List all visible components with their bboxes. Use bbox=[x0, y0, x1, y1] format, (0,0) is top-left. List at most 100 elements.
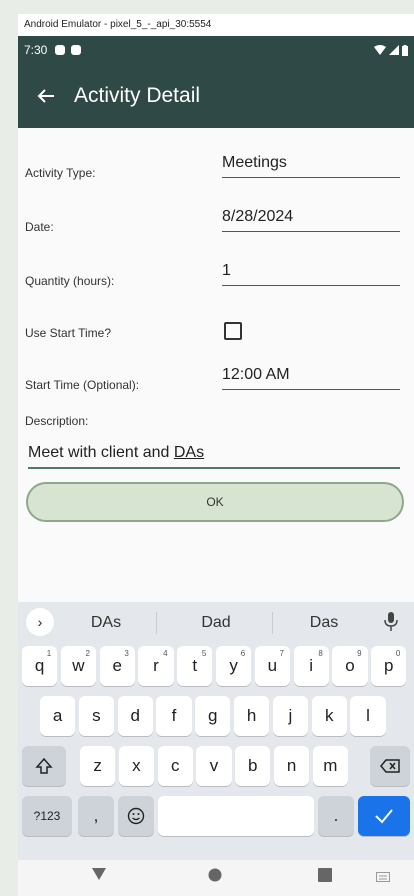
status-bar: 7:30 bbox=[18, 36, 414, 64]
description-input[interactable]: Meet with client and DAs bbox=[28, 444, 400, 469]
space-key[interactable] bbox=[158, 796, 314, 836]
period-key[interactable]: . bbox=[318, 796, 354, 836]
key-p[interactable]: p0 bbox=[371, 646, 407, 686]
date-picker[interactable]: 8/28/2024 bbox=[222, 208, 400, 232]
quantity-label: Quantity (hours): bbox=[25, 274, 115, 288]
back-arrow-icon bbox=[37, 89, 54, 103]
key-number-hint: 5 bbox=[201, 649, 207, 658]
wifi-icon bbox=[374, 45, 386, 55]
key-z[interactable]: z bbox=[80, 746, 116, 786]
key-s[interactable]: s bbox=[78, 696, 114, 736]
key-letter: t bbox=[192, 656, 198, 675]
key-d[interactable]: d bbox=[117, 696, 153, 736]
emoji-key[interactable] bbox=[118, 796, 154, 836]
key-x[interactable]: x bbox=[118, 746, 154, 786]
key-m[interactable]: m bbox=[312, 746, 348, 786]
backspace-icon bbox=[380, 759, 400, 773]
use-start-time-label: Use Start Time? bbox=[25, 326, 112, 340]
key-b[interactable]: b bbox=[235, 746, 271, 786]
activity-type-select[interactable]: Meetings bbox=[222, 154, 400, 178]
comma-key[interactable]: , bbox=[78, 796, 114, 836]
shift-key[interactable] bbox=[22, 746, 66, 786]
soft-keyboard: › DAs Dad Das q1w2e3r4t5y6u7i8o9p0 asdfg… bbox=[18, 602, 414, 860]
key-w[interactable]: w2 bbox=[60, 646, 96, 686]
sd-card-icon bbox=[71, 45, 82, 55]
key-number-hint: 1 bbox=[46, 649, 52, 658]
emulator-window-title: Android Emulator - pixel_5_-_api_30:5554 bbox=[18, 14, 414, 36]
key-o[interactable]: o9 bbox=[332, 646, 368, 686]
key-letter: y bbox=[229, 656, 238, 675]
key-c[interactable]: c bbox=[157, 746, 193, 786]
start-time-label: Start Time (Optional): bbox=[25, 378, 140, 392]
key-number-hint: 8 bbox=[318, 649, 323, 658]
suggestion-divider bbox=[156, 612, 157, 634]
key-number-hint: 7 bbox=[279, 649, 284, 658]
suggestion-3[interactable]: Das bbox=[302, 614, 346, 632]
key-i[interactable]: i8 bbox=[293, 646, 329, 686]
system-nav-bar bbox=[18, 860, 414, 896]
key-u[interactable]: u7 bbox=[254, 646, 290, 686]
signal-icon bbox=[389, 45, 399, 55]
key-number-hint: 4 bbox=[163, 649, 168, 658]
nav-back-icon[interactable] bbox=[92, 868, 106, 880]
key-number-hint: 6 bbox=[240, 649, 246, 658]
quantity-input[interactable]: 1 bbox=[222, 262, 400, 286]
key-letter: w bbox=[72, 656, 85, 675]
key-j[interactable]: j bbox=[272, 696, 308, 736]
key-h[interactable]: h bbox=[234, 696, 270, 736]
key-f[interactable]: f bbox=[156, 696, 192, 736]
date-label: Date: bbox=[25, 220, 54, 234]
expand-suggestions-icon[interactable]: › bbox=[26, 608, 54, 636]
microphone-icon[interactable] bbox=[384, 612, 398, 632]
key-q[interactable]: q1 bbox=[22, 646, 58, 686]
activity-type-label: Activity Type: bbox=[25, 166, 96, 180]
shift-icon bbox=[35, 757, 53, 774]
suggestion-divider bbox=[272, 612, 273, 634]
symbols-key[interactable]: ?123 bbox=[22, 796, 72, 836]
key-a[interactable]: a bbox=[40, 696, 76, 736]
description-text: Meet with client and bbox=[28, 444, 174, 461]
status-time: 7:30 bbox=[24, 43, 48, 57]
key-letter: o bbox=[345, 656, 355, 675]
key-e[interactable]: e3 bbox=[99, 646, 135, 686]
page-title: Activity Detail bbox=[74, 84, 201, 107]
status-right-icons bbox=[374, 44, 408, 56]
key-r[interactable]: r4 bbox=[138, 646, 174, 686]
enter-key[interactable] bbox=[358, 796, 410, 836]
description-label: Description: bbox=[25, 414, 89, 428]
app-bar: Activity Detail bbox=[18, 64, 414, 128]
key-y[interactable]: y6 bbox=[216, 646, 252, 686]
backspace-key[interactable] bbox=[370, 746, 410, 786]
key-number-hint: 3 bbox=[124, 649, 129, 658]
battery-icon bbox=[402, 44, 408, 56]
key-letter: i bbox=[309, 656, 314, 675]
emoji-icon bbox=[127, 807, 145, 825]
ok-button[interactable]: OK bbox=[26, 482, 404, 522]
nav-recents-icon[interactable] bbox=[318, 868, 332, 882]
key-letter: e bbox=[112, 656, 122, 675]
nav-home-icon[interactable] bbox=[208, 868, 222, 882]
key-g[interactable]: g bbox=[195, 696, 231, 736]
start-time-picker[interactable]: 12:00 AM bbox=[222, 366, 400, 390]
suggestion-1[interactable]: DAs bbox=[84, 614, 128, 632]
key-letter: r bbox=[153, 656, 159, 675]
key-t[interactable]: t5 bbox=[177, 646, 213, 686]
key-number-hint: 9 bbox=[357, 649, 362, 658]
key-n[interactable]: n bbox=[274, 746, 310, 786]
use-start-time-checkbox[interactable] bbox=[224, 322, 242, 340]
suggestion-2[interactable]: Dad bbox=[194, 614, 238, 632]
description-composing-word: DAs bbox=[173, 444, 205, 461]
notification-icon bbox=[55, 45, 66, 55]
keyboard-switch-icon[interactable] bbox=[376, 872, 390, 882]
back-button[interactable] bbox=[18, 64, 74, 128]
key-letter: u bbox=[267, 656, 278, 675]
device-screen: 7:30 Activity Detail Activity Type: Meet… bbox=[18, 36, 414, 896]
checkmark-icon bbox=[375, 809, 393, 824]
key-l[interactable]: l bbox=[350, 696, 386, 736]
key-number-hint: 0 bbox=[395, 649, 401, 658]
key-letter: q bbox=[34, 656, 45, 675]
key-number-hint: 2 bbox=[85, 649, 90, 658]
key-v[interactable]: v bbox=[196, 746, 232, 786]
key-k[interactable]: k bbox=[311, 696, 347, 736]
key-letter: p bbox=[384, 656, 394, 675]
